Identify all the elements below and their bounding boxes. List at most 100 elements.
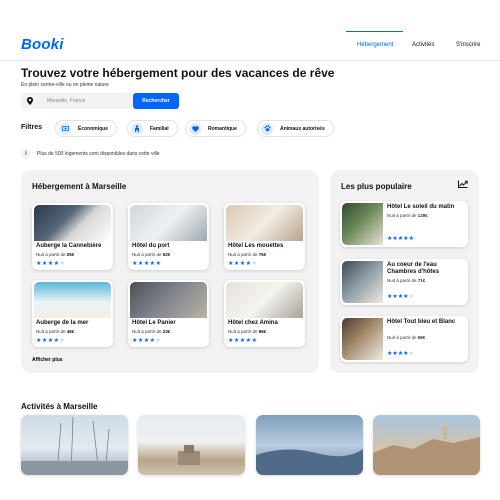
accommodation-name: Hôtel du port: [132, 243, 170, 249]
heart-icon: [189, 122, 201, 135]
accommodation-card[interactable]: Auberge la Cannebière Nuit à partir de 25…: [32, 203, 113, 270]
nav-activites[interactable]: Activités: [412, 42, 434, 48]
price-prefix: Nuit à partir de: [132, 252, 162, 257]
accommodation-photo: [130, 205, 207, 241]
rating-stars: ★★★★★: [387, 235, 414, 242]
accommodation-card[interactable]: Hôtel du port Nuit à partir de 52€ ★★★★★: [128, 203, 209, 270]
star-icon: ★: [408, 294, 414, 300]
rating-stars: ★★★★★: [36, 260, 65, 267]
accommodation-photo: [34, 205, 111, 241]
rating-stars: ★★★★★: [132, 260, 161, 267]
info-banner: i Plus de 500 logements sont disponibles…: [21, 149, 160, 159]
money-icon: [59, 122, 71, 135]
price-prefix: Nuit à partir de: [228, 329, 258, 334]
price-prefix: Nuit à partir de: [36, 329, 66, 334]
popular-title: Les plus populaire: [341, 182, 412, 191]
price-prefix: Nuit à partir de: [387, 335, 417, 340]
accommodation-name: Hôtel chez Amina: [228, 320, 278, 326]
star-icon: ★: [251, 261, 258, 267]
info-icon: i: [21, 149, 31, 159]
accommodations-title: Hébergement à Marseille: [32, 182, 127, 191]
accommodation-card[interactable]: Hôtel Les mouettes Nuit à partir de 76€ ★★…: [224, 203, 305, 270]
accommodation-card[interactable]: Auberge de la mer Nuit à partir de 46€ ★★★…: [32, 280, 113, 347]
accommodation-price: Nuit à partir de 96€: [228, 329, 266, 334]
accommodation-price: Nuit à partir de 23€: [132, 329, 170, 334]
activity-card-4[interactable]: [373, 415, 480, 475]
price-prefix: Nuit à partir de: [132, 329, 162, 334]
popular-photo: [342, 318, 383, 360]
price-value: 96€: [258, 329, 267, 334]
popular-photo: [342, 203, 383, 245]
accommodation-name: Auberge de la mer: [36, 320, 89, 326]
accommodation-price: Nuit à partir de 52€: [132, 252, 170, 257]
accommodation-name: Hôtel Le Panier: [132, 320, 176, 326]
star-icon: ★: [155, 261, 162, 267]
rating-stars: ★★★★★: [387, 293, 414, 300]
page-title: Trouvez votre hébergement pour des vacan…: [21, 66, 335, 80]
rating-stars: ★★★★★: [387, 350, 414, 357]
accommodation-price: Nuit à partir de 76€: [228, 252, 266, 257]
activities-title: Activités à Marseille: [21, 402, 98, 411]
price-value: 25€: [66, 252, 75, 257]
rating-stars: ★★★★★: [132, 337, 161, 344]
header: Booki Hébergement Activités S'inscrire: [0, 0, 500, 60]
booki-logo[interactable]: Booki: [21, 36, 64, 53]
price-value: 71€: [417, 278, 426, 283]
popular-photo: [342, 261, 383, 303]
price-prefix: Nuit à partir de: [228, 252, 258, 257]
filter-animaux[interactable]: Animaux autorisés: [257, 120, 334, 137]
paw-icon: [261, 122, 273, 135]
price-value: 23€: [162, 329, 171, 334]
accommodation-price: Nuit à partir de 25€: [36, 252, 74, 257]
trending-icon: [458, 180, 468, 188]
popular-name: Hôtel Le soleil du matin: [387, 204, 455, 210]
popular-price: Nuit à partir de 68€: [387, 335, 425, 340]
popular-price: Nuit à partir de 128€: [387, 213, 428, 218]
activity-card-1[interactable]: [21, 415, 128, 475]
accommodation-card[interactable]: Hôtel Le Panier Nuit à partir de 23€ ★★★★★: [128, 280, 209, 347]
filter-label: Économique: [78, 125, 109, 132]
location-pin-icon: [21, 93, 39, 109]
popular-price: Nuit à partir de 71€: [387, 278, 425, 283]
popular-card[interactable]: Au coeur de l'eau Chambres d'hôtes Nuit à…: [340, 259, 468, 305]
popular-card[interactable]: Hôtel Le soleil du matin Nuit à partir de…: [340, 201, 468, 247]
price-prefix: Nuit à partir de: [387, 278, 417, 283]
rating-stars: ★★★★★: [36, 337, 65, 344]
star-icon: ★: [408, 236, 414, 242]
filter-romantique[interactable]: Romantique: [185, 120, 246, 137]
accommodation-photo: [130, 282, 207, 318]
popular-name: Au coeur de l'eau Chambres d'hôtes: [387, 262, 440, 275]
activity-card-3[interactable]: [256, 415, 363, 475]
star-icon: ★: [251, 338, 258, 344]
search-button[interactable]: Rechercher: [133, 93, 179, 109]
filters-label: Filtres: [21, 124, 43, 131]
accommodation-card[interactable]: Hôtel chez Amina Nuit à partir de 96€ ★★★★…: [224, 280, 305, 347]
filter-label: Romantique: [208, 125, 237, 132]
header-divider: [0, 60, 500, 61]
accommodation-photo: [226, 282, 303, 318]
accommodation-name: Hôtel Les mouettes: [228, 243, 284, 249]
child-icon: [131, 122, 143, 135]
filter-economique[interactable]: Économique: [55, 120, 118, 137]
filter-label: Familial: [150, 125, 169, 132]
price-prefix: Nuit à partir de: [387, 213, 417, 218]
search-input[interactable]: [39, 93, 133, 109]
activity-card-2[interactable]: [138, 415, 245, 475]
price-value: 68€: [417, 335, 426, 340]
star-icon: ★: [155, 338, 162, 344]
price-value: 52€: [162, 252, 171, 257]
price-value: 76€: [258, 252, 267, 257]
nav-sinscrire[interactable]: S'inscrire: [456, 42, 480, 48]
accommodation-price: Nuit à partir de 46€: [36, 329, 74, 334]
rating-stars: ★★★★★: [228, 337, 257, 344]
price-value: 128€: [417, 213, 428, 218]
filter-familial[interactable]: Familial: [127, 120, 178, 137]
price-value: 46€: [66, 329, 75, 334]
accommodation-name: Auberge la Cannebière: [36, 243, 102, 249]
popular-name: Hôtel Tout bleu et Blanc: [387, 319, 456, 325]
star-icon: ★: [408, 351, 414, 357]
rating-stars: ★★★★★: [228, 260, 257, 267]
popular-card[interactable]: Hôtel Tout bleu et Blanc Nuit à partir de…: [340, 316, 468, 362]
show-more-button[interactable]: Afficher plus: [32, 357, 63, 363]
nav-hebergement[interactable]: Hébergement: [357, 42, 393, 48]
